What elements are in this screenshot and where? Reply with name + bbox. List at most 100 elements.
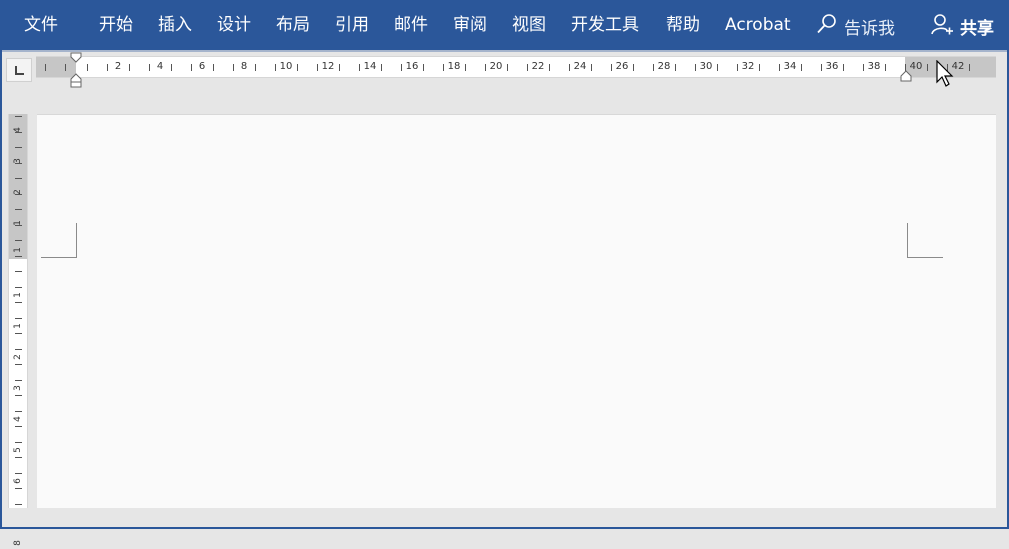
vertical-ruler[interactable]: 43211112345678 <box>8 114 28 546</box>
ruler-number: 8 <box>240 61 248 72</box>
ruler-number: 20 <box>489 61 503 72</box>
ruler-number: 1 <box>13 220 23 226</box>
tell-me-search[interactable]: 告诉我 <box>816 13 895 39</box>
ruler-number: 10 <box>279 61 293 72</box>
ruler-tick <box>549 64 550 71</box>
tell-me-label: 告诉我 <box>844 18 895 39</box>
ruler-number: 2 <box>114 61 122 72</box>
ruler-tick <box>359 64 360 71</box>
ruler-number: 1 <box>13 292 23 298</box>
ruler-tick <box>149 64 150 71</box>
ruler-tick <box>107 64 108 71</box>
ruler-number: 22 <box>531 61 545 72</box>
ribbon-tab-11[interactable]: Acrobat <box>725 13 791 37</box>
ribbon-tab-7[interactable]: 审阅 <box>453 13 487 37</box>
ruler-tick <box>863 64 864 71</box>
ruler-tick <box>15 131 22 133</box>
ruler-tick <box>213 64 214 71</box>
ribbon-tab-6[interactable]: 邮件 <box>394 13 428 37</box>
ruler-tick <box>443 64 444 71</box>
ruler-number: 12 <box>321 61 335 72</box>
ruler-tick <box>15 488 22 489</box>
hanging-indent-marker[interactable] <box>70 73 82 88</box>
ruler-number: 6 <box>198 61 206 72</box>
tab-stop-selector[interactable] <box>6 58 32 82</box>
ruler-number: 4 <box>13 127 23 133</box>
ruler-tick <box>779 64 780 71</box>
ruler-tick <box>507 64 508 71</box>
ribbon-tab-9[interactable]: 开发工具 <box>571 13 639 37</box>
ribbon-tab-10[interactable]: 帮助 <box>666 13 700 37</box>
add-person-icon <box>930 12 954 40</box>
ruler-number: 2 <box>13 189 23 195</box>
ruler-tick <box>275 64 276 71</box>
ruler-tick <box>65 64 66 71</box>
ribbon-tab-1[interactable]: 开始 <box>99 13 133 37</box>
ruler-tick <box>15 193 22 195</box>
crop-mark-top-left <box>41 223 77 258</box>
ruler-tick <box>15 503 22 505</box>
search-icon <box>816 13 838 39</box>
ruler-tick <box>737 64 738 71</box>
ruler-tick <box>15 209 22 210</box>
ruler-number: 36 <box>825 61 839 72</box>
ruler-tick <box>611 64 612 71</box>
ruler-tick <box>15 364 22 365</box>
ruler-number: 24 <box>573 61 587 72</box>
ruler-tick <box>15 441 22 443</box>
ruler-tick <box>15 116 22 117</box>
ruler-tick <box>15 224 22 226</box>
ruler-number: 32 <box>741 61 755 72</box>
ruler-tick <box>317 64 318 71</box>
ruler-tick <box>129 64 130 71</box>
document-page[interactable] <box>37 114 996 508</box>
ruler-tick <box>717 64 718 71</box>
ruler-tick <box>15 426 22 427</box>
ruler-tick <box>675 64 676 71</box>
ruler-tick <box>759 64 760 71</box>
ruler-tick <box>15 379 22 381</box>
ruler-tick <box>15 178 22 179</box>
ruler-tick <box>339 64 340 71</box>
ruler-tick <box>233 64 234 71</box>
first-line-indent-marker[interactable] <box>70 52 82 64</box>
ribbon-tab-3[interactable]: 设计 <box>217 13 251 37</box>
ruler-tick <box>843 64 844 71</box>
ruler-number: 4 <box>156 61 164 72</box>
ruler-number: 38 <box>867 61 881 72</box>
bottom-gutter <box>2 508 1007 527</box>
ruler-tick <box>423 64 424 71</box>
share-button[interactable]: 共享 <box>930 13 994 39</box>
ruler-number: 5 <box>13 447 23 453</box>
ruler-tick <box>969 64 970 71</box>
right-indent-marker[interactable] <box>900 70 912 82</box>
ribbon-tab-8[interactable]: 视图 <box>512 13 546 37</box>
ruler-tick <box>401 64 402 71</box>
ruler-tick <box>15 255 22 257</box>
ruler-tick <box>633 64 634 71</box>
ribbon-tab-2[interactable]: 插入 <box>158 13 192 37</box>
ruler-tick <box>191 64 192 71</box>
ruler-tick <box>15 271 22 272</box>
ruler-tick <box>45 64 46 71</box>
ruler-tick <box>381 64 382 71</box>
ruler-tick <box>15 395 22 396</box>
ruler-number: 4 <box>13 416 23 422</box>
ruler-tick <box>801 64 802 71</box>
ruler-tick <box>15 333 22 334</box>
ruler-tick <box>15 317 22 319</box>
ruler-tick <box>171 64 172 71</box>
ruler-tick <box>695 64 696 71</box>
ribbon-tab-0[interactable]: 文件 <box>24 13 58 37</box>
ruler-tick <box>927 64 928 71</box>
ruler-tick <box>591 64 592 71</box>
ruler-number: 8 <box>13 540 23 546</box>
share-label: 共享 <box>960 18 994 39</box>
ruler-number: 16 <box>405 61 419 72</box>
horizontal-ruler[interactable]: 2 4 6 8 10 12 14 16 18 20 22 24 26 28 30 32 34 36 38 40 42 <box>36 56 996 78</box>
ruler-tick <box>15 302 22 303</box>
ruler-number: 28 <box>657 61 671 72</box>
ribbon-tab-4[interactable]: 布局 <box>276 13 310 37</box>
ruler-tick <box>15 162 22 164</box>
ribbon-tab-5[interactable]: 引用 <box>335 13 369 37</box>
